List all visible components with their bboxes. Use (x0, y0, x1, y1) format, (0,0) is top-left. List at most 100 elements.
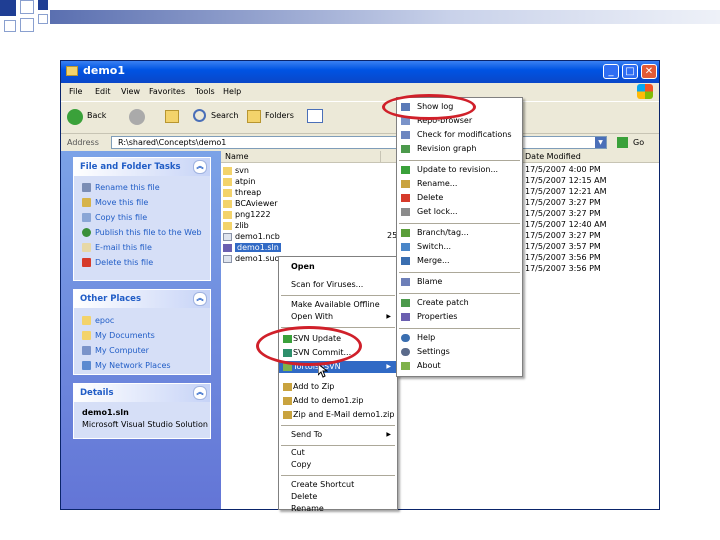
file-row[interactable]: atpin (223, 176, 255, 187)
red-annotation-ring-show-log (382, 94, 476, 120)
go-button[interactable]: Go (633, 138, 644, 147)
menu-item-offline[interactable]: Make Available Offline (279, 299, 397, 311)
place-epoc[interactable]: epoc (82, 316, 114, 325)
date-cell: 17/5/2007 12:15 AM (525, 176, 607, 185)
copy-file-link[interactable]: Copy this file (82, 213, 147, 222)
menu-item-cut[interactable]: Cut (279, 447, 397, 459)
submenu-merge[interactable]: Merge... (397, 255, 522, 267)
menu-separator (399, 160, 520, 161)
address-input[interactable]: R:\shared\Concepts\demo1 ▼ (111, 136, 607, 149)
folders-button-label[interactable]: Folders (265, 111, 294, 120)
submenu-create-patch[interactable]: Create patch (397, 297, 522, 309)
menu-item-label: About (417, 361, 441, 370)
file-row[interactable]: BCAviewer (223, 198, 278, 209)
file-row[interactable]: threap (223, 187, 261, 198)
menu-item-create-shortcut[interactable]: Create Shortcut (279, 479, 397, 491)
folders-icon[interactable] (247, 110, 261, 123)
name-column-header[interactable]: Name (221, 151, 381, 163)
submenu-update-revision[interactable]: Update to revision... (397, 164, 522, 176)
menu-item-open-with[interactable]: Open With ▶ (279, 311, 397, 323)
about-icon (401, 362, 410, 370)
menu-item-delete[interactable]: Delete (279, 491, 397, 503)
up-folder-icon[interactable] (165, 110, 179, 123)
submenu-help[interactable]: Help (397, 332, 522, 344)
submenu-about[interactable]: About (397, 360, 522, 372)
file-row[interactable]: zlib (223, 220, 249, 231)
title-bar[interactable]: demo1 _ □ ✕ (61, 61, 659, 83)
chevron-down-icon[interactable]: ▼ (595, 137, 606, 148)
forward-arrow-icon[interactable] (129, 109, 145, 125)
submenu-blame[interactable]: Blame (397, 276, 522, 288)
date-cell: 17/5/2007 3:27 PM (525, 198, 601, 207)
submenu-branch-tag[interactable]: Branch/tag... (397, 227, 522, 239)
submenu-get-lock[interactable]: Get lock... (397, 206, 522, 218)
views-icon[interactable] (307, 109, 323, 123)
menu-item-copy[interactable]: Copy (279, 459, 397, 471)
computer-icon (82, 346, 91, 355)
delete-file-link[interactable]: Delete this file (82, 258, 153, 267)
link-label: Publish this file to the Web (95, 228, 202, 237)
file-name: atpin (235, 177, 256, 186)
file-row[interactable]: demo1.suo (223, 253, 279, 264)
file-row[interactable]: demo1.ncb (223, 231, 280, 242)
search-button-label[interactable]: Search (211, 111, 238, 120)
rename-file-link[interactable]: Rename this file (82, 183, 160, 192)
column-label: Name (225, 152, 249, 161)
menu-view[interactable]: View (121, 87, 140, 96)
toolbar: Back Search Folders (61, 101, 659, 134)
collapse-icon[interactable]: ︽ (193, 160, 207, 174)
search-icon[interactable] (193, 109, 206, 122)
menu-item-add-zip[interactable]: Add to Zip (279, 381, 397, 393)
menu-item-open[interactable]: Open (279, 261, 397, 273)
go-arrow-icon[interactable] (617, 137, 628, 148)
panel-header[interactable]: Details ︽ (74, 384, 210, 402)
menu-item-send-to[interactable]: Send To ▶ (279, 429, 397, 441)
file-row[interactable]: svn (223, 165, 249, 176)
menu-separator (399, 272, 520, 273)
menu-item-label: Settings (417, 347, 450, 356)
submenu-properties[interactable]: Properties (397, 311, 522, 323)
submenu-settings[interactable]: Settings (397, 346, 522, 358)
file-row[interactable]: png1222 (223, 209, 271, 220)
menu-file[interactable]: File (69, 87, 82, 96)
panel-header[interactable]: Other Places ︽ (74, 290, 210, 308)
close-button[interactable]: ✕ (641, 64, 657, 79)
publish-file-link[interactable]: Publish this file to the Web (82, 228, 202, 237)
place-my-network[interactable]: My Network Places (82, 361, 171, 370)
menu-item-add-demo-zip[interactable]: Add to demo1.zip (279, 395, 397, 407)
settings-gear-icon (401, 348, 410, 356)
email-file-link[interactable]: E-mail this file (82, 243, 152, 252)
back-button-label[interactable]: Back (87, 111, 106, 120)
submenu-revision-graph[interactable]: Revision graph (397, 143, 522, 155)
menu-tools[interactable]: Tools (195, 87, 215, 96)
menu-item-rename[interactable]: Rename (279, 503, 397, 515)
menu-item-scan-viruses[interactable]: Scan for Viruses... (279, 279, 397, 291)
folder-icon (223, 177, 232, 186)
rename-icon (82, 183, 91, 192)
maximize-button[interactable]: □ (622, 64, 638, 79)
submenu-switch[interactable]: Switch... (397, 241, 522, 253)
menu-item-label: Add to Zip (293, 382, 335, 391)
column-label: Date Modified (525, 152, 581, 161)
file-row-selected[interactable]: demo1.sln (223, 242, 281, 253)
back-arrow-icon[interactable] (67, 109, 83, 125)
menu-item-zip-email[interactable]: Zip and E-Mail demo1.zip (279, 409, 397, 421)
submenu-rename[interactable]: Rename... (397, 178, 522, 190)
collapse-icon[interactable]: ︽ (193, 386, 207, 400)
menu-edit[interactable]: Edit (95, 87, 111, 96)
link-label: My Computer (95, 346, 149, 355)
place-my-computer[interactable]: My Computer (82, 346, 149, 355)
panel-header[interactable]: File and Folder Tasks ︽ (74, 158, 210, 176)
place-my-documents[interactable]: My Documents (82, 331, 155, 340)
submenu-delete[interactable]: Delete (397, 192, 522, 204)
link-label: Move this file (95, 198, 149, 207)
network-icon (82, 361, 91, 370)
move-file-link[interactable]: Move this file (82, 198, 148, 207)
menu-favorites[interactable]: Favorites (149, 87, 185, 96)
menu-help[interactable]: Help (223, 87, 241, 96)
submenu-check-modifications[interactable]: Check for modifications (397, 129, 522, 141)
minimize-button[interactable]: _ (603, 64, 619, 79)
properties-icon (401, 313, 410, 321)
date-column-header[interactable]: Date Modified (521, 151, 659, 163)
collapse-icon[interactable]: ︽ (193, 292, 207, 306)
